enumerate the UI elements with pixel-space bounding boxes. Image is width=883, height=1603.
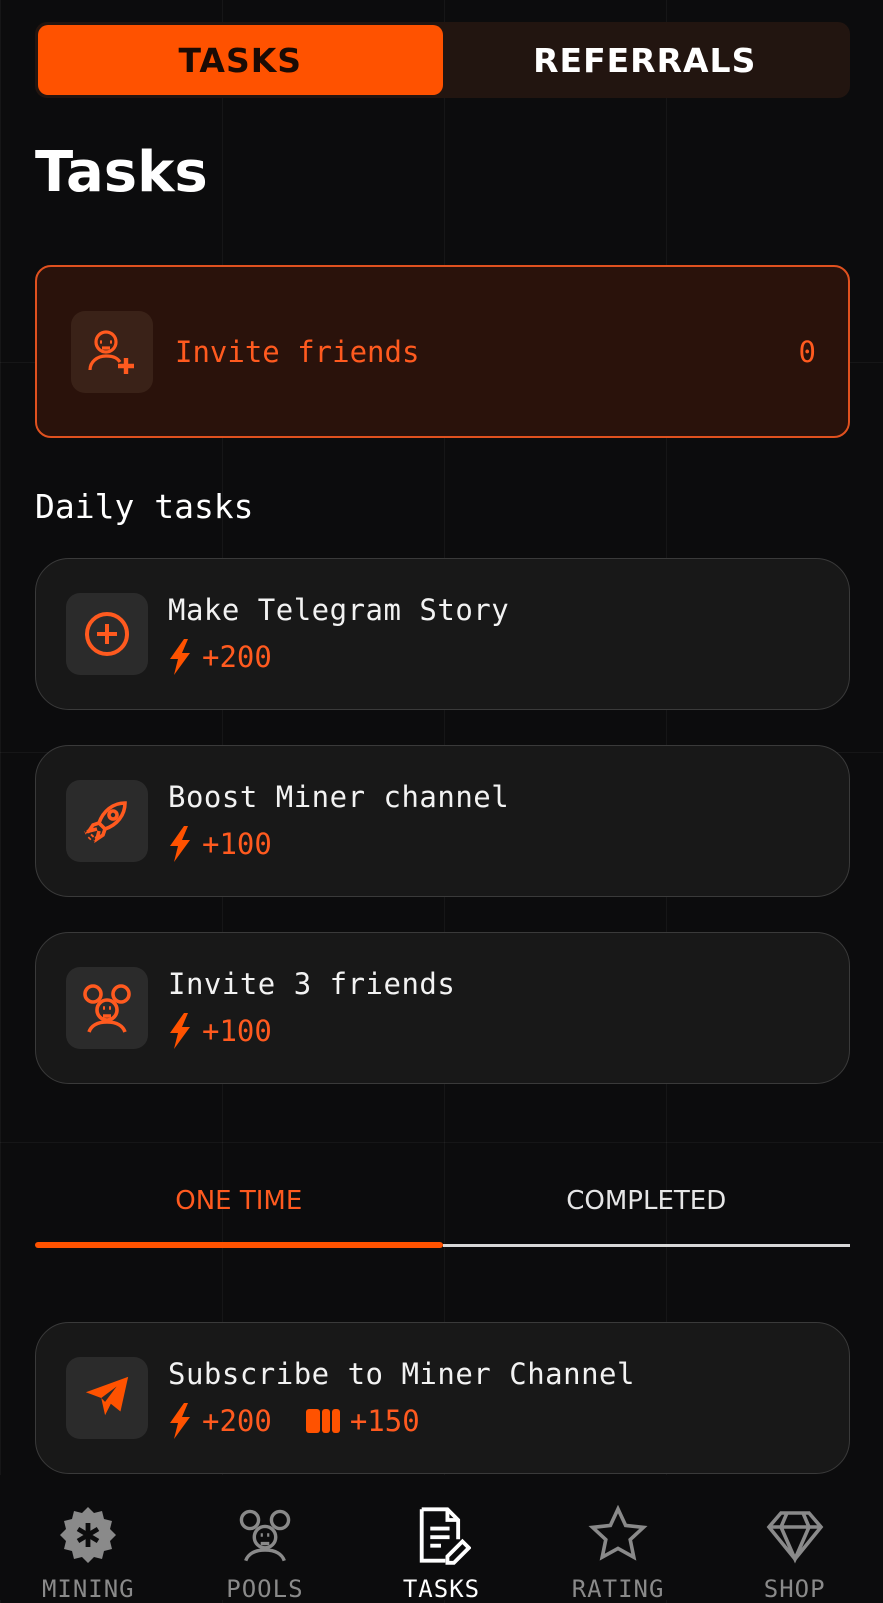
- reward-value: +100: [202, 1014, 272, 1048]
- group-icon: [239, 1509, 291, 1562]
- reward-value: +200: [202, 640, 272, 674]
- task-title: Boost Miner channel: [168, 780, 510, 814]
- page-title: Tasks: [35, 140, 208, 205]
- nav-rating-label: RATING: [571, 1575, 665, 1603]
- invite-friends-card[interactable]: Invite friends 0: [35, 265, 850, 438]
- reward-value: +200: [202, 1404, 272, 1438]
- add-user-icon: [71, 310, 153, 393]
- tab-one-time[interactable]: ONE TIME: [35, 1178, 443, 1248]
- nav-rating[interactable]: RATING: [533, 1475, 703, 1603]
- segmented-control: TASKS REFERRALS: [35, 22, 850, 98]
- lightning-icon: [170, 639, 190, 675]
- nav-mining[interactable]: MINING: [3, 1475, 173, 1603]
- lightning-icon: [170, 1013, 190, 1049]
- nav-shop-label: SHOP: [763, 1575, 826, 1603]
- task-title: Make Telegram Story: [168, 593, 510, 627]
- bottom-navigation: MINING POOLS TASKS RATING SHOP: [0, 1475, 883, 1603]
- lightning-icon: [170, 1403, 190, 1439]
- tasks-segment-button[interactable]: TASKS: [38, 25, 443, 95]
- reward-value: +150: [349, 1404, 420, 1438]
- gear-icon: [60, 1507, 117, 1563]
- daily-task-invite-three[interactable]: Invite 3 friends +100: [35, 932, 850, 1084]
- nav-mining-label: MINING: [41, 1575, 135, 1603]
- reward-value: +100: [202, 827, 272, 861]
- nav-tasks[interactable]: TASKS: [356, 1475, 526, 1603]
- star-icon: [588, 1505, 648, 1561]
- coin-reward: +150: [305, 1404, 420, 1438]
- document-edit-icon: [420, 1507, 472, 1565]
- telegram-send-icon: [66, 1357, 148, 1439]
- one-time-task-subscribe[interactable]: Subscribe to Miner Channel +200 +150: [35, 1322, 850, 1474]
- energy-reward: +200: [168, 639, 272, 675]
- group-icon: [66, 967, 148, 1049]
- nav-pools[interactable]: POOLS: [180, 1475, 350, 1603]
- task-title: Invite 3 friends: [168, 967, 456, 1001]
- invite-friends-label: Invite friends: [175, 334, 420, 369]
- invite-friends-count: 0: [798, 334, 816, 369]
- lightning-icon: [170, 826, 190, 862]
- referrals-segment-button[interactable]: REFERRALS: [443, 25, 848, 95]
- nav-shop[interactable]: SHOP: [710, 1475, 880, 1603]
- energy-reward: +100: [168, 826, 272, 862]
- rocket-icon: [66, 780, 148, 862]
- daily-task-boost-channel[interactable]: Boost Miner channel +100: [35, 745, 850, 897]
- daily-task-make-story[interactable]: Make Telegram Story +200: [35, 558, 850, 710]
- nav-pools-label: POOLS: [226, 1575, 304, 1603]
- tab-completed[interactable]: COMPLETED: [442, 1178, 851, 1248]
- energy-reward: +200: [168, 1403, 272, 1439]
- task-title: Subscribe to Miner Channel: [168, 1357, 635, 1391]
- daily-tasks-heading: Daily tasks: [35, 487, 254, 526]
- task-tabs: ONE TIME COMPLETED: [35, 1178, 850, 1248]
- energy-reward: +100: [168, 1013, 272, 1049]
- coin-stack-icon: [305, 1409, 340, 1433]
- plus-circle-icon: [66, 593, 148, 675]
- diamond-icon: [766, 1511, 824, 1564]
- nav-tasks-label: TASKS: [402, 1575, 481, 1603]
